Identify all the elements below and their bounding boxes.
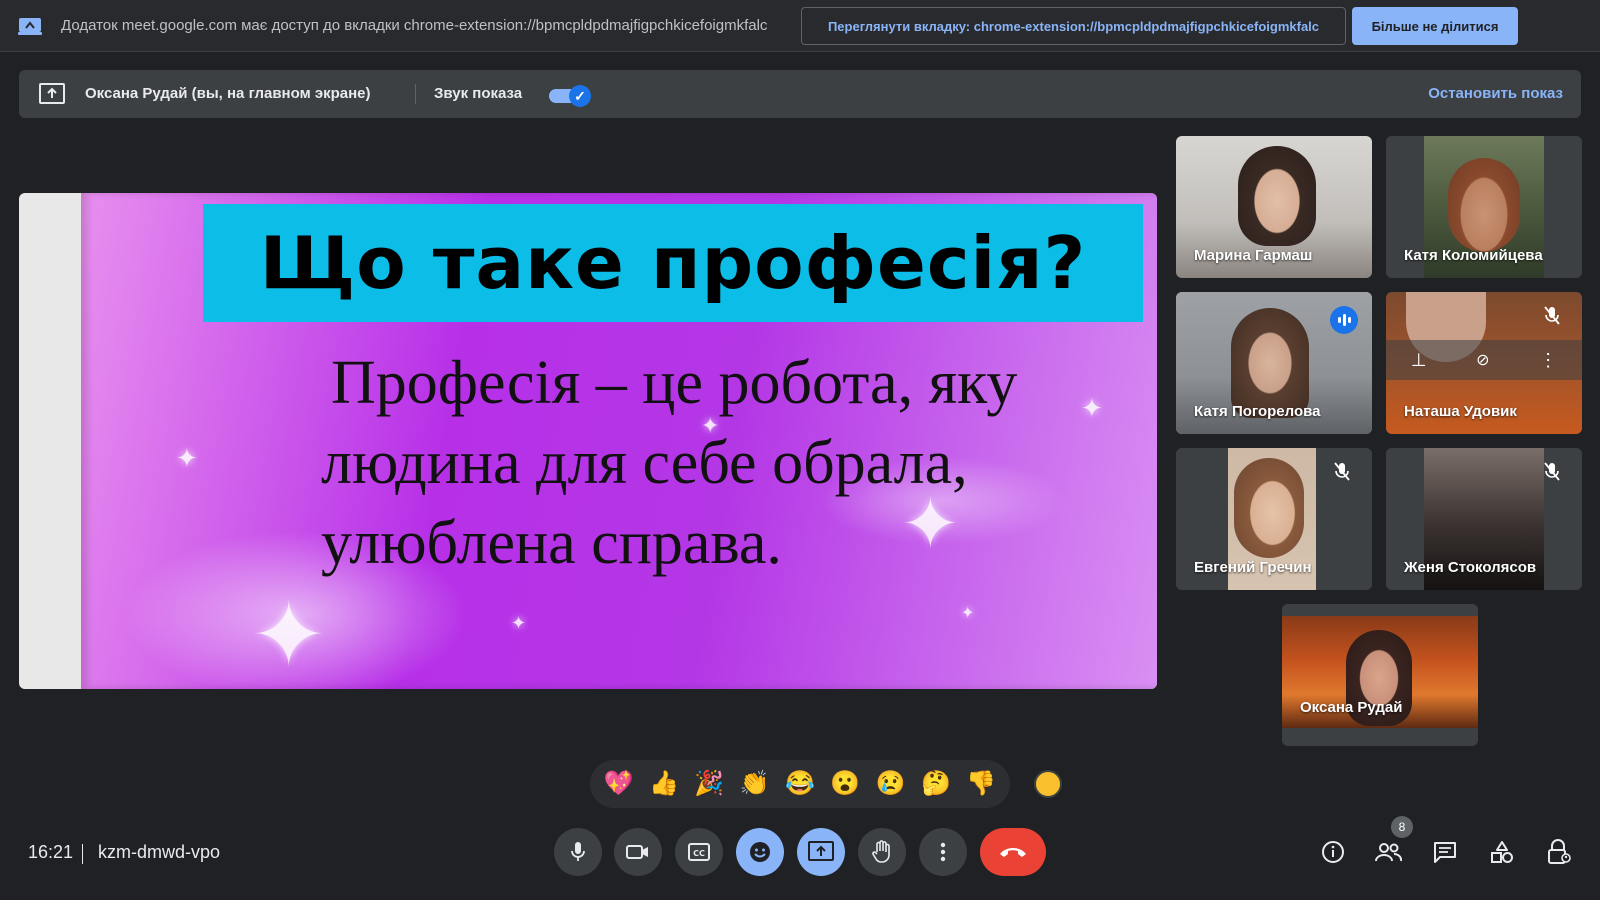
microphone-button[interactable] [554,828,602,876]
participant-video [1282,604,1478,746]
reaction-laugh[interactable]: 😂 [785,772,815,796]
shared-screen: ✦ ✦ ✦ ✦ ✦ ✦ ✦ ✦ Що таке професія? Профес… [19,193,1157,689]
meeting-details-button[interactable] [1317,836,1349,868]
chat-button[interactable] [1429,836,1461,868]
reaction-surprised[interactable]: 😮 [830,772,860,796]
pin-icon[interactable]: ⊥ [1411,350,1427,371]
participant-name: Евгений Гречин [1194,559,1312,576]
mic-off-icon [1540,304,1564,328]
reaction-party[interactable]: 🎉 [694,772,724,796]
microphone-icon [571,842,585,861]
participant-name: Женя Стоколясов [1404,559,1537,576]
participant-name: Наташа Удовик [1404,403,1517,420]
self-view-tile[interactable]: Оксана Рудай [1282,604,1478,746]
mute-participant-icon[interactable]: ⊘ [1476,350,1489,370]
lock-person-icon [1548,839,1571,864]
slide-body-line: людина для себе обрала, [321,429,968,497]
mic-off-icon [1330,460,1354,484]
check-icon: ✓ [569,85,591,107]
reaction-thinking[interactable]: 🤔 [921,772,951,796]
skin-tone-selector[interactable] [1034,770,1062,798]
reactions-bar: 💖 👍 🎉 👏 😂 😮 😢 🤔 👎 [590,760,1010,808]
emoji-icon [750,842,770,862]
sparkle-decoration: ✦ [511,613,527,633]
present-now-button[interactable] [797,828,845,876]
sparkle-decoration: ✦ [251,586,327,686]
video-camera-icon [626,845,648,859]
participant-tile[interactable]: Женя Стоколясов [1386,448,1582,590]
reaction-heart[interactable]: 💖 [604,772,634,796]
avatar [1238,146,1316,246]
captions-button[interactable]: CC [675,828,723,876]
sharing-message: Додаток meet.google.com має доступ до вк… [61,17,768,34]
slide-canvas: ✦ ✦ ✦ ✦ ✦ ✦ ✦ ✦ Що таке професія? Профес… [81,193,1157,689]
sharing-infobar: Додаток meet.google.com має доступ до вк… [0,0,1600,52]
presenting-bar: Оксана Рудай (вы, на главном экране) Зву… [19,70,1581,118]
slide-body: Професія – це робота, яку людина для себ… [321,343,1121,583]
participant-name: Марина Гармаш [1194,247,1313,264]
divider [82,844,83,864]
camera-button[interactable] [614,828,662,876]
meeting-clock: 16:21 [28,842,74,862]
participant-tile[interactable]: Евгений Гречин [1176,448,1372,590]
stop-presenting-button[interactable]: Остановить показ [1428,85,1563,102]
sparkle-decoration: ✦ [961,605,975,622]
meeting-code: kzm-dmwd-vpo [98,842,221,862]
avatar [1448,158,1520,252]
tile-hover-controls: ⊥ ⊘ ⋮ [1386,340,1582,380]
presentation-audio-label: Звук показа [434,85,523,102]
participant-tile[interactable]: Катя Коломийцева [1386,136,1582,278]
more-options-button[interactable] [919,828,967,876]
activities-button[interactable] [1486,836,1518,868]
participant-tile[interactable]: Катя Погорелова [1176,292,1372,434]
more-options-icon[interactable]: ⋮ [1539,350,1557,371]
avatar [1231,308,1309,418]
people-icon [1375,843,1402,862]
chat-icon [1434,842,1456,863]
shapes-icon [1491,841,1513,863]
divider [415,84,416,104]
more-vert-icon [940,842,946,862]
present-screen-icon [808,841,834,861]
screen-share-icon [18,18,42,35]
slide-body-line: улюблена справа. [321,509,782,577]
reaction-thumbs-down[interactable]: 👎 [966,772,996,796]
participant-name: Катя Коломийцева [1404,247,1543,264]
reactions-button[interactable] [736,828,784,876]
participant-tile[interactable]: ⊥ ⊘ ⋮ Наташа Удовик [1386,292,1582,434]
participant-name: Катя Погорелова [1194,403,1321,420]
participant-tile[interactable]: Марина Гармаш [1176,136,1372,278]
presentation-audio-toggle[interactable]: ✓ [549,85,593,107]
participant-count-badge: 8 [1391,816,1413,838]
raise-hand-button[interactable] [858,828,906,876]
slide-title: Що таке професія? [259,221,1087,305]
sparkle-decoration: ✦ [176,443,198,473]
reaction-sad[interactable]: 😢 [876,772,906,796]
hang-up-icon [1000,848,1026,857]
info-icon [1322,841,1344,863]
reaction-thumbs-up[interactable]: 👍 [649,772,679,796]
speaking-indicator-icon [1330,306,1358,334]
avatar [1234,458,1304,558]
presenter-label: Оксана Рудай (вы, на главном экране) [85,85,371,102]
host-controls-button[interactable] [1543,836,1575,868]
participant-name: Оксана Рудай [1300,699,1403,716]
view-tab-button[interactable]: Переглянути вкладку: chrome-extension://… [801,7,1346,45]
slide-body-line: Професія – це робота, яку [331,349,1018,417]
hand-icon [872,840,890,863]
slide-title-box: Що таке професія? [203,204,1143,322]
stop-sharing-button[interactable]: Більше не ділитися [1352,7,1518,45]
people-button[interactable] [1372,836,1404,868]
closed-captions-icon: CC [688,843,710,861]
mic-off-icon [1540,460,1564,484]
reaction-clap[interactable]: 👏 [740,772,770,796]
svg-text:CC: CC [693,849,705,858]
present-screen-icon [39,83,65,104]
leave-call-button[interactable] [980,828,1046,876]
